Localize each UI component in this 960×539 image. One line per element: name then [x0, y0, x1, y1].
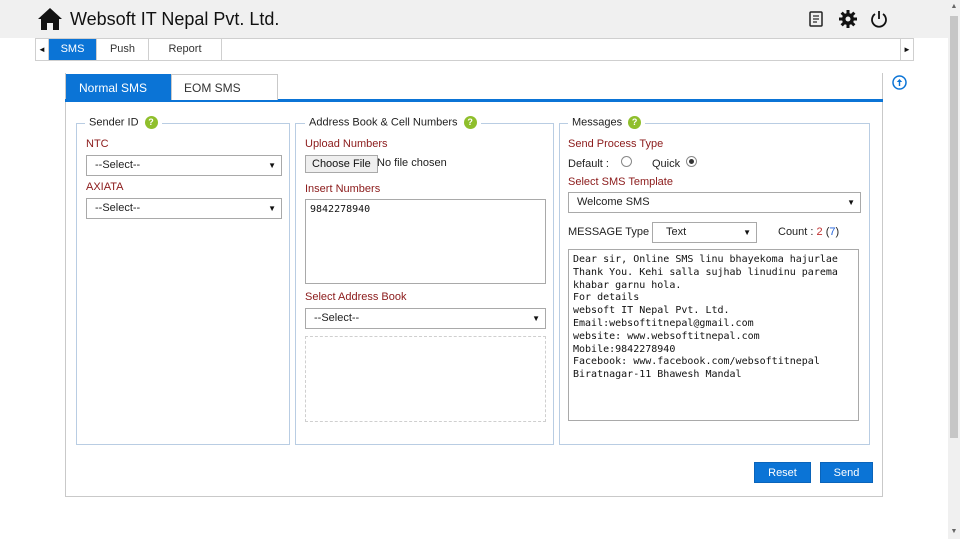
ntc-label: NTC: [86, 138, 109, 150]
sender-id-group: Sender ID? NTC --Select-- ▼ AXIATA --Sele…: [76, 116, 290, 445]
main-tab-bar: ◄ SMS Push Report ►: [35, 38, 914, 61]
message-line: Thank You. Kehi salla sujhab linudinu pa…: [573, 266, 838, 278]
sms-template-select-value: Welcome SMS: [577, 196, 650, 208]
help-icon[interactable]: ?: [463, 116, 477, 129]
message-type-label: MESSAGE Type: [568, 226, 650, 238]
top-header: Websoft IT Nepal Pvt. Ltd.: [0, 0, 948, 38]
tab-push[interactable]: Push: [97, 39, 149, 60]
message-type-select[interactable]: Text ▼: [652, 222, 757, 243]
sender-id-title: Sender ID: [89, 116, 139, 129]
messages-title: Messages: [572, 116, 623, 129]
select-address-book-label: Select Address Book: [305, 291, 407, 303]
scroll-right-arrow[interactable]: ►: [900, 39, 913, 60]
default-radio[interactable]: [621, 156, 632, 167]
address-book-title: Address Book & Cell Numbers: [309, 116, 458, 129]
chevron-down-icon: ▼: [532, 314, 540, 323]
select-sms-template-label: Select SMS Template: [568, 176, 673, 188]
axiata-select[interactable]: --Select-- ▼: [86, 198, 282, 219]
message-line: Mobile:9842278940: [573, 343, 676, 355]
reset-button[interactable]: Reset: [754, 462, 811, 483]
arrow-up-circle-icon[interactable]: [892, 75, 907, 90]
chevron-down-icon: ▼: [847, 198, 855, 207]
scroll-left-arrow[interactable]: ◄: [36, 39, 49, 60]
count-label: Count : 2 (7): [778, 226, 839, 238]
quick-radio[interactable]: [686, 156, 697, 167]
sender-id-legend: Sender ID?: [85, 116, 162, 129]
choose-file-button[interactable]: Choose File: [305, 155, 378, 173]
message-line: Email:websoftitnepal@gmail.com: [573, 317, 754, 329]
home-icon[interactable]: [37, 7, 63, 31]
scroll-up-icon[interactable]: ▲: [948, 0, 960, 14]
tab-report[interactable]: Report: [149, 39, 222, 60]
chevron-down-icon: ▼: [268, 204, 276, 213]
message-line: website: www.websoftitnepal.com: [573, 330, 760, 342]
message-line: For details: [573, 292, 640, 304]
document-icon[interactable]: [806, 9, 826, 29]
sms-subtabs: Normal SMS EOM SMS: [65, 73, 883, 102]
messages-group: Messages? Send Process Type Default : Qu…: [559, 116, 870, 445]
scrollbar-thumb[interactable]: [950, 16, 958, 438]
axiata-select-value: --Select--: [95, 202, 141, 214]
address-book-legend: Address Book & Cell Numbers?: [305, 116, 481, 129]
tab-eom-sms[interactable]: EOM SMS: [171, 74, 278, 100]
message-line: khabar garnu hola.: [573, 279, 682, 291]
address-book-select[interactable]: --Select-- ▼: [305, 308, 546, 329]
chevron-down-icon: ▼: [743, 228, 751, 237]
chevron-down-icon: ▼: [268, 161, 276, 170]
tab-normal-sms[interactable]: Normal SMS: [66, 74, 172, 100]
address-book-select-value: --Select--: [314, 312, 360, 324]
send-process-type-label: Send Process Type: [568, 138, 664, 150]
message-line: websoft IT Nepal Pvt. Ltd.: [573, 305, 730, 317]
message-line: Dear sir, Online SMS linu bhayekoma haju…: [573, 254, 838, 265]
power-icon[interactable]: [869, 9, 889, 29]
file-status-text: No file chosen: [377, 157, 447, 169]
quick-radio-label: Quick: [652, 158, 681, 170]
default-radio-label: Default :: [568, 158, 609, 170]
address-book-group: Address Book & Cell Numbers? Upload Numb…: [295, 116, 554, 445]
char-count: 2: [816, 226, 823, 238]
upload-numbers-label: Upload Numbers: [305, 138, 388, 150]
help-icon[interactable]: ?: [144, 116, 158, 129]
messages-legend: Messages?: [568, 116, 646, 129]
help-icon[interactable]: ?: [628, 116, 642, 129]
ntc-select[interactable]: --Select-- ▼: [86, 155, 282, 176]
address-book-list[interactable]: [305, 336, 546, 422]
message-type-select-value: Text: [666, 226, 687, 238]
message-line: Biratnagar-11 Bhawesh Mandal: [573, 369, 742, 381]
message-line: Facebook: www.facebook.com/websoftitnepa…: [573, 356, 820, 368]
sms-panel: Normal SMS EOM SMS Sender ID? NTC --Sele…: [65, 73, 883, 497]
message-body-textarea[interactable]: Dear sir, Online SMS linu bhayekoma haju…: [568, 249, 859, 421]
ntc-select-value: --Select--: [95, 159, 141, 171]
count-label-text: Count :: [778, 226, 814, 238]
send-button[interactable]: Send: [820, 462, 873, 483]
count-paren-close: ): [835, 226, 840, 238]
app-title: Websoft IT Nepal Pvt. Ltd.: [70, 9, 280, 29]
axiata-label: AXIATA: [86, 181, 124, 193]
vertical-scrollbar[interactable]: ▲ ▼: [948, 0, 960, 539]
gear-icon[interactable]: [838, 9, 858, 29]
insert-numbers-label: Insert Numbers: [305, 183, 381, 195]
insert-numbers-textarea[interactable]: 9842278940: [305, 199, 546, 284]
scroll-down-icon[interactable]: ▼: [948, 525, 960, 539]
tab-sms[interactable]: SMS: [49, 39, 97, 60]
sms-template-select[interactable]: Welcome SMS ▼: [568, 192, 861, 213]
